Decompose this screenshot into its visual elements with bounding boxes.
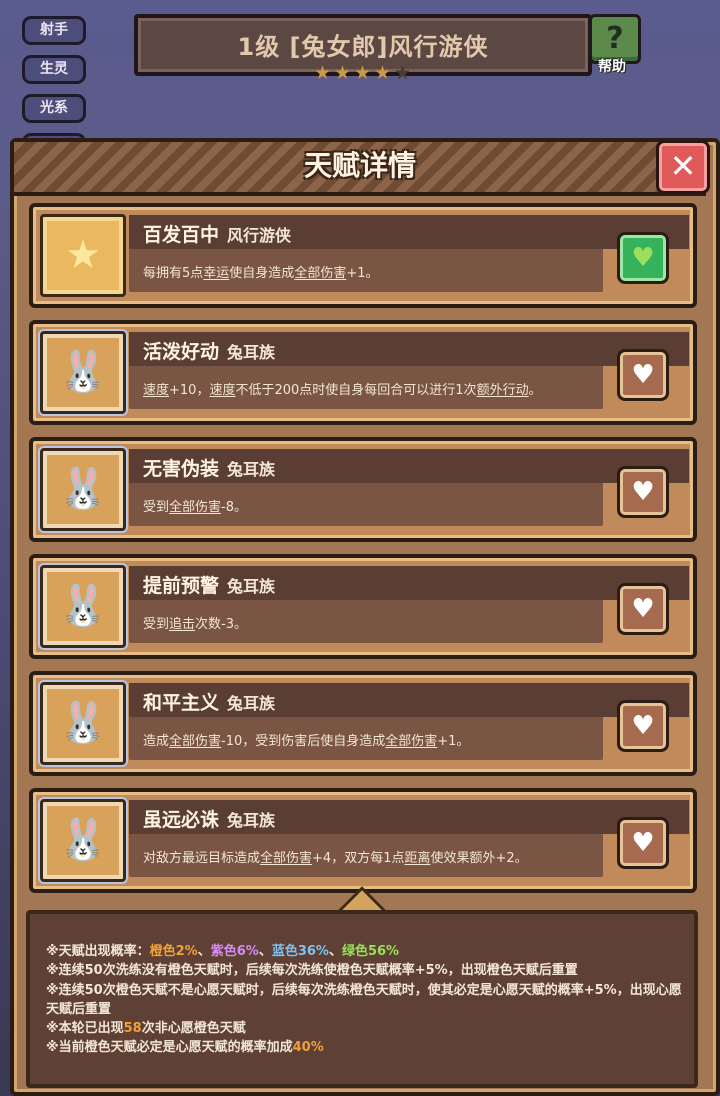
talent-name: 百发百中 风行游侠: [143, 224, 292, 246]
wish-heart-button[interactable]: ♥: [617, 232, 669, 284]
rate-blue: 蓝色36%: [271, 944, 329, 959]
line5-prefix: ※当前橙色天赋必定是心愿天赋的概率加成: [46, 1040, 293, 1056]
rate-orange: 橙色2%: [149, 944, 198, 959]
talent-card: 🐰 提前预警 兔耳族受到追击次数-3。 ♥: [29, 554, 697, 659]
keyword-link[interactable]: 追击: [169, 617, 195, 632]
keyword-link[interactable]: 全部伤害: [260, 851, 312, 866]
talent-description: 受到全部伤害-8。: [143, 500, 247, 515]
info-lines: ※天赋出现概率：橙色2%、紫色6%、蓝色36%、绿色56% ※连续50次洗练没有…: [46, 942, 686, 1058]
line4-suffix: 次非心愿橙色天赋: [141, 1021, 246, 1037]
info-line-2: ※连续50次洗练没有橙色天赋时，后续每次洗练使橙色天赋概率+5%，出现橙色天赋后…: [46, 963, 578, 979]
close-icon: ✕: [669, 147, 697, 185]
talent-name: 无害伪装 兔耳族: [143, 458, 276, 480]
hero-title: 1级 [兔女郎]风行游侠: [237, 33, 489, 61]
talent-card: 🐰 无害伪装 兔耳族受到全部伤害-8。 ♥: [29, 437, 697, 542]
talent-tribe: 兔耳族: [227, 694, 276, 713]
talent-name: 活泼好动 兔耳族: [143, 341, 276, 363]
rabbit-icon: 🐰: [40, 565, 126, 648]
info-line-rates: ※天赋出现概率：橙色2%、紫色6%、蓝色36%、绿色56%: [46, 942, 686, 961]
panel-title: 天赋详情: [303, 149, 416, 182]
info-line-3: ※连续50次橙色天赋不是心愿天赋时，后续每次洗练橙色天赋时，使其必定是心愿天赋的…: [46, 982, 682, 1017]
rate-separator: 、: [197, 944, 211, 959]
heart-icon: ♥: [631, 477, 655, 507]
rabbit-icon: 🐰: [40, 682, 126, 765]
close-button[interactable]: ✕: [656, 140, 710, 194]
wish-heart-button[interactable]: ♥: [617, 583, 669, 635]
keyword-link[interactable]: 速度: [209, 383, 235, 398]
talent-tribe: 风行游侠: [227, 226, 292, 245]
heart-icon: ♥: [631, 594, 655, 624]
talent-name: 和平主义 兔耳族: [143, 692, 276, 714]
heart-icon: ♥: [631, 243, 655, 273]
rate-separator: 、: [258, 944, 272, 959]
rabbit-icon: 🐰: [40, 331, 126, 414]
star-icon: ★: [374, 62, 392, 84]
talent-name: 虽远必诛 兔耳族: [143, 809, 276, 831]
talent-description: 速度+10，速度不低于200点时使自身每回合可以进行1次额外行动。: [143, 383, 542, 398]
talent-tribe: 兔耳族: [227, 460, 276, 479]
info-line-4: ※本轮已出现58次非心愿橙色天赋: [46, 1019, 686, 1038]
heart-icon: ♥: [631, 828, 655, 858]
rate-purple: 紫色6%: [210, 944, 259, 959]
heart-icon: ♥: [631, 711, 655, 741]
keyword-link[interactable]: 全部伤害: [385, 734, 437, 749]
keyword-link[interactable]: 全部伤害: [169, 500, 221, 515]
non-wish-count: 58: [123, 1021, 142, 1037]
tag-creature: 生灵: [22, 55, 86, 84]
keyword-link[interactable]: 距离: [404, 851, 430, 866]
help-label: 帮助: [598, 59, 626, 75]
talent-description: 受到追击次数-3。: [143, 617, 247, 632]
heart-icon: ♥: [631, 360, 655, 390]
rates-list: 橙色2%、紫色6%、蓝色36%、绿色56%: [150, 944, 399, 959]
rate-green: 绿色56%: [341, 944, 400, 959]
keyword-link[interactable]: 额外行动: [477, 383, 529, 398]
star-icon: ★: [354, 62, 372, 84]
tag-archer: 射手: [22, 16, 86, 45]
talent-card: 🐰 和平主义 兔耳族造成全部伤害-10，受到伤害后使自身造成全部伤害+1。 ♥: [29, 671, 697, 776]
star-icon: ★: [394, 62, 412, 84]
talent-tribe: 兔耳族: [227, 811, 276, 830]
wish-heart-button[interactable]: ♥: [617, 466, 669, 518]
info-line-5: ※当前橙色天赋必定是心愿天赋的概率加成40%: [46, 1038, 686, 1057]
star-rating: ★ ★ ★ ★ ★: [314, 64, 413, 86]
star-icon: ★: [334, 62, 352, 84]
talent-description: 造成全部伤害-10，受到伤害后使自身造成全部伤害+1。: [143, 734, 470, 749]
rabbit-icon: 🐰: [40, 799, 126, 882]
keyword-link[interactable]: 幸运: [203, 266, 229, 281]
wish-heart-button[interactable]: ♥: [617, 700, 669, 752]
talent-description: 每拥有5点幸运使自身造成全部伤害+1。: [143, 266, 379, 281]
keyword-link[interactable]: 全部伤害: [294, 266, 346, 281]
talent-card: ★ 百发百中 风行游侠每拥有5点幸运使自身造成全部伤害+1。 ♥: [29, 203, 697, 308]
talent-card: 🐰 虽远必诛 兔耳族对敌方最远目标造成全部伤害+4，双方每1点距离使效果额外+2。 ♥: [29, 788, 697, 893]
keyword-link[interactable]: 全部伤害: [169, 734, 221, 749]
talent-description: 对敌方最远目标造成全部伤害+4，双方每1点距离使效果额外+2。: [143, 851, 528, 866]
wish-heart-button[interactable]: ♥: [617, 817, 669, 869]
line4-prefix: ※本轮已出现: [46, 1021, 124, 1037]
rates-prefix: ※天赋出现概率：: [46, 944, 150, 959]
tag-light: 光系: [22, 94, 86, 123]
talent-card: 🐰 活泼好动 兔耳族速度+10，速度不低于200点时使自身每回合可以进行1次额外行动…: [29, 320, 697, 425]
star-icon: ★: [40, 214, 126, 297]
talent-tribe: 兔耳族: [227, 343, 276, 362]
star-icon: ★: [314, 62, 332, 84]
keyword-link[interactable]: 速度: [143, 383, 169, 398]
help-button[interactable]: ? 帮助: [586, 14, 641, 75]
wish-bonus-value: 40%: [292, 1040, 324, 1056]
talent-tribe: 兔耳族: [227, 577, 276, 596]
rabbit-icon: 🐰: [40, 448, 126, 531]
wish-heart-button[interactable]: ♥: [617, 349, 669, 401]
talent-name: 提前预警 兔耳族: [143, 575, 276, 597]
rate-separator: 、: [328, 944, 342, 959]
